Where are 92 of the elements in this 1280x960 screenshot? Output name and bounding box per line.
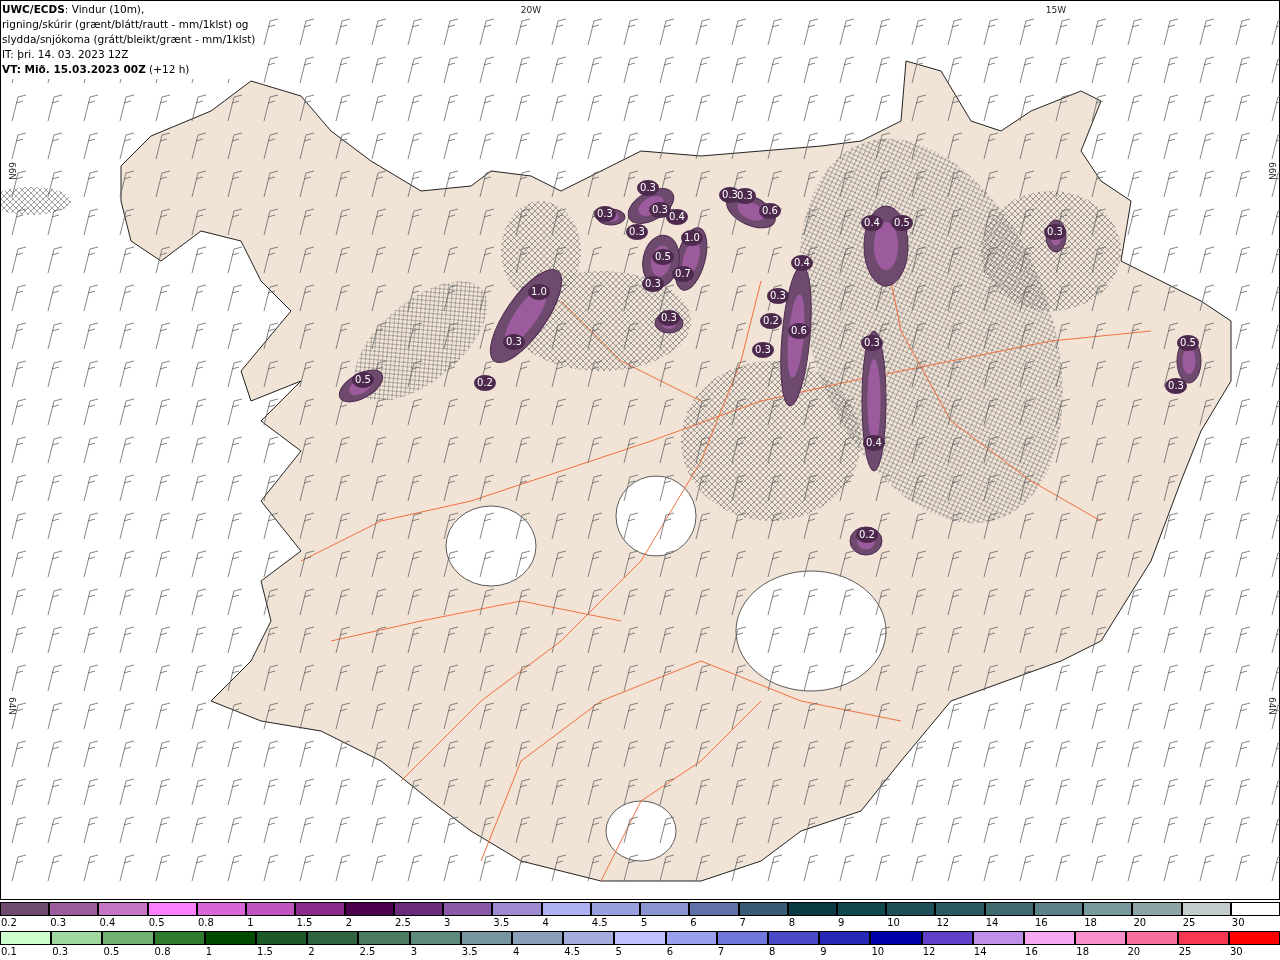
legend-label: 8	[787, 916, 796, 929]
legend-label: 0.5	[102, 945, 120, 958]
precip-value-label: 0.2	[859, 529, 875, 540]
precip-value-label: 0.3	[737, 190, 753, 201]
map-title-line: slydda/snjókoma (grátt/bleikt/grænt - mm/1klst)	[2, 32, 256, 47]
legend-label: 12	[921, 945, 936, 958]
precip-value-label: 0.3	[652, 204, 668, 215]
legend-label: 0.5	[147, 916, 165, 929]
legend-label: 14	[984, 916, 999, 929]
legend-label: 7	[716, 945, 725, 958]
precip-value-label: 0.3	[645, 278, 661, 289]
map-title-line: UWC/ECDS: Vindur (10m),	[2, 2, 146, 17]
precip-value-label: 0.6	[762, 205, 778, 216]
legend-label: 9	[819, 945, 827, 958]
precip-value-label: 0.3	[1047, 226, 1063, 237]
legend-label: 20	[1126, 945, 1141, 958]
legend-label: 3.5	[460, 945, 478, 958]
legend-label: 16	[1024, 945, 1038, 958]
precip-value-label: 0.7	[675, 268, 691, 279]
precip-value-label: 0.3	[640, 182, 656, 193]
legend-label: 3	[409, 945, 417, 958]
precip-value-label: 0.3	[506, 336, 522, 347]
coordinate-label: 64N	[7, 696, 17, 716]
precip-value-label: 0.5	[655, 251, 671, 262]
legend-label: 0.1	[0, 945, 17, 958]
precip-value-label: 0.3	[629, 226, 645, 237]
legend-label: 0.3	[51, 945, 69, 958]
legend-label: 30	[1228, 945, 1243, 958]
legend-label: 5	[614, 945, 622, 958]
precip-value-label: 0.2	[763, 315, 779, 326]
legend-label: 10	[886, 916, 900, 929]
legend-label: 25	[1181, 916, 1196, 929]
precip-value-label: 0.3	[661, 312, 677, 323]
coordinate-label: 15W	[1045, 5, 1067, 15]
legend-label: 6	[665, 945, 673, 958]
legend-label: 5	[640, 916, 648, 929]
legend-label: 7	[738, 916, 746, 929]
precip-value-label: 0.3	[755, 344, 771, 355]
legend-label: 30	[1230, 916, 1245, 929]
legend-label: 4	[541, 916, 549, 929]
legend-label: 0.4	[98, 916, 116, 929]
legend-label: 1.5	[256, 945, 273, 958]
precip-value-label: 0.4	[794, 257, 810, 268]
precip-value-label: 0.5	[355, 374, 371, 385]
coordinate-label: 66N	[1267, 161, 1277, 181]
coordinate-label: 64N	[1267, 696, 1277, 716]
legend-label: 1	[246, 916, 254, 929]
coordinate-label: 20W	[520, 5, 542, 15]
precip-value-label: 0.2	[477, 377, 493, 388]
legend-label: 4	[512, 945, 520, 958]
legend-label: 16	[1033, 916, 1048, 929]
legend-label: 25	[1177, 945, 1192, 958]
precip-value-label: 0.4	[866, 437, 882, 448]
legend-label: 2	[307, 945, 315, 958]
legend-label: 1.5	[295, 916, 313, 929]
legend-label: 20	[1132, 916, 1147, 929]
legend-label: 0.8	[153, 945, 171, 958]
legend-label: 12	[935, 916, 950, 929]
legend-label: 2.5	[393, 916, 411, 929]
legend-label: 2.5	[358, 945, 376, 958]
coordinate-label: 66N	[7, 161, 17, 181]
legend-label: 3	[443, 916, 451, 929]
legend-label: 6	[689, 916, 697, 929]
map-title-line: rigning/skúrir (grænt/blátt/rautt - mm/1klst) og	[2, 17, 250, 32]
legend-label: 1	[204, 945, 213, 958]
precip-value-label: 0.3	[722, 189, 738, 200]
precip-value-label: 0.3	[597, 208, 613, 219]
precip-value-label: 0.6	[791, 325, 807, 336]
legend-label: 2	[344, 916, 352, 929]
legend-label: 8	[768, 945, 776, 958]
legend-label: 9	[837, 916, 845, 929]
precip-value-label: 0.5	[1180, 337, 1196, 348]
precip-value-label: 0.3	[1168, 380, 1184, 391]
map-title-line: VT: Mið. 15.03.2023 00Z (+12 h)	[2, 62, 191, 77]
legend-label: 10	[870, 945, 885, 958]
legend-label: 18	[1075, 945, 1089, 958]
legend-label: 0.8	[196, 916, 214, 929]
legend-label: 14	[972, 945, 987, 958]
precip-value-label: 1.0	[531, 286, 547, 297]
precip-value-label: 0.4	[669, 211, 685, 222]
precip-value-label: 0.5	[894, 217, 910, 228]
precip-value-label: 0.4	[864, 217, 880, 228]
legend-label: 3.5	[492, 916, 510, 929]
legend-label: 4.5	[590, 916, 608, 929]
precip-value-label: 1.0	[684, 232, 700, 243]
legend-label: 4.5	[563, 945, 581, 958]
precip-value-label: 0.3	[864, 337, 880, 348]
precip-value-label: 0.3	[770, 290, 786, 301]
legend-label: 0.3	[49, 916, 67, 929]
legend-label: 0.2	[0, 916, 17, 929]
map-title-line: IT: þri. 14. 03. 2023 12Z	[2, 47, 130, 62]
legend-label: 18	[1083, 916, 1097, 929]
